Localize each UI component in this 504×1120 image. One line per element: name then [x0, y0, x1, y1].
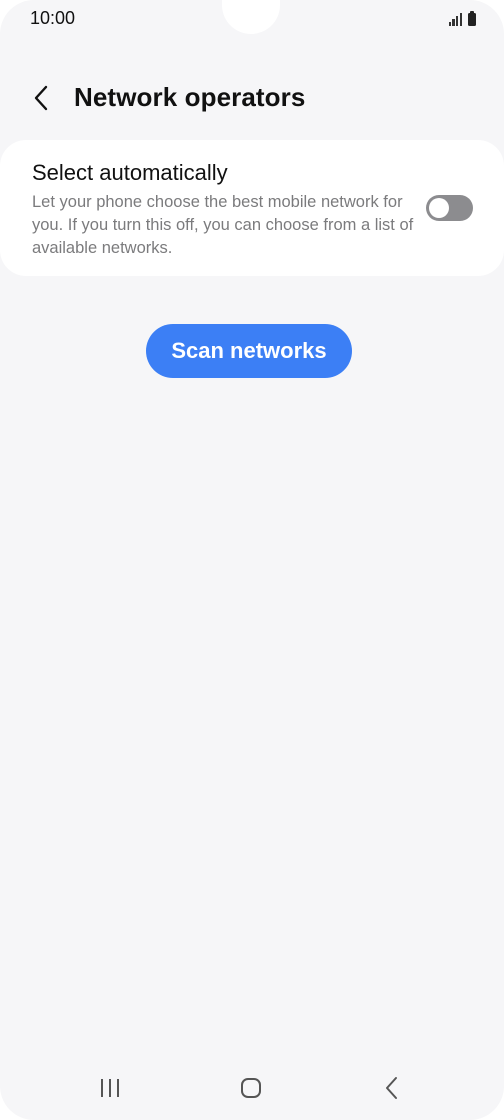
camera-notch: [222, 0, 280, 34]
recents-button[interactable]: [88, 1068, 132, 1108]
select-automatically-title: Select automatically: [32, 160, 228, 185]
select-automatically-summary: Let your phone choose the best mobile ne…: [32, 193, 414, 257]
status-time: 10:00: [30, 8, 76, 28]
battery-full-icon: [468, 11, 476, 26]
recents-icon: [101, 1079, 119, 1097]
home-button[interactable]: [229, 1068, 273, 1108]
navigation-bar: [0, 1060, 504, 1116]
toggle-knob: [429, 198, 449, 218]
back-button[interactable]: [22, 78, 62, 118]
signal-bars-icon: [448, 12, 462, 26]
screen: 10:00 Network operators Select automatic…: [0, 0, 504, 1120]
back-icon: [386, 1077, 397, 1099]
chevron-left-icon: [34, 85, 48, 111]
status-bar: 10:00: [0, 0, 504, 38]
select-automatically-toggle[interactable]: [426, 195, 473, 221]
home-icon: [241, 1078, 261, 1098]
scan-networks-button[interactable]: Scan networks: [146, 324, 352, 378]
page-title: Network operators: [74, 82, 306, 112]
status-icons: [448, 10, 476, 26]
app-header: Network operators: [0, 70, 504, 126]
nav-back-button[interactable]: [370, 1068, 414, 1108]
